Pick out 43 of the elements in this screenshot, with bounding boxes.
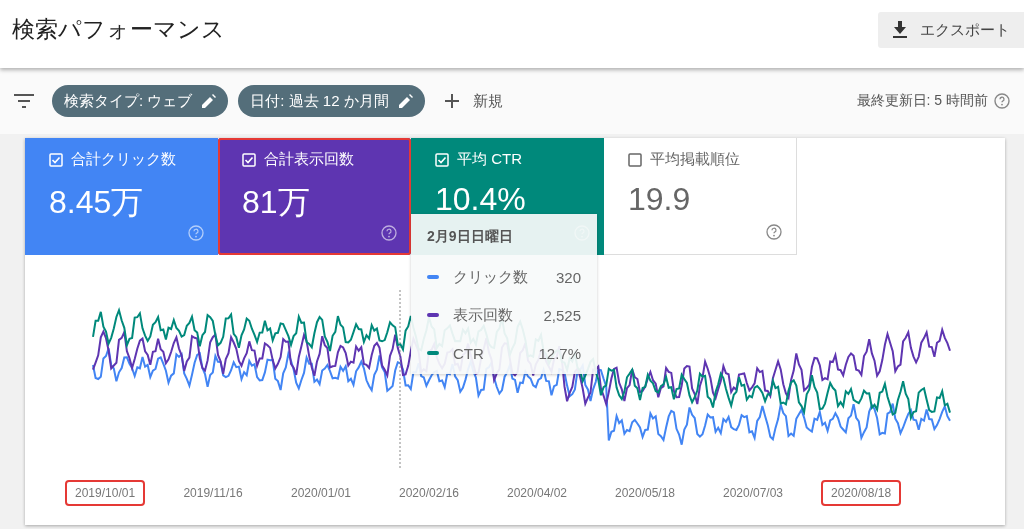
metric-label: 合計表示回数 [264,150,354,169]
tooltip-value: 320 [555,268,581,286]
edit-icon [202,94,217,108]
filter-chip[interactable]: 日付: 過去 12 か月間 [238,85,425,117]
checked-checkbox-icon[interactable] [435,152,449,167]
tooltip-label: CTR [453,344,485,362]
metric-value: 8.45万 [49,183,144,222]
metric-card[interactable]: 平均掲載順位 19.9 [604,138,797,255]
metric-label: 平均掲載順位 [650,150,740,169]
axis-date-label: 2020/01/01 [289,485,353,502]
axis-date-label: 2020/02/16 [397,485,461,502]
checked-checkbox-icon[interactable] [242,152,256,167]
tooltip-value: 12.7% [538,344,581,362]
axis-date-label: 2020/04/02 [505,485,569,502]
export-button[interactable]: エクスポート [878,12,1024,48]
checked-checkbox-icon[interactable] [49,152,63,167]
tooltip-label: クリック数 [453,267,529,287]
tooltip-value: 2,525 [543,306,581,324]
edit-icon [398,94,413,108]
checkbox-icon[interactable] [628,152,642,167]
axis-date-label: 2020/07/03 [721,485,785,502]
tooltip-label: 表示回数 [453,305,514,325]
last-updated-text: 最終更新日: 5 時間前 [856,92,988,110]
page-title: 検索パフォーマンス [12,15,225,44]
metric-value: 10.4% [435,181,526,218]
new-filter-button[interactable]: 新規 [434,91,513,111]
metric-value: 81万 [242,183,310,222]
metric-card[interactable]: 合計表示回数 81万 [218,138,411,255]
help-icon[interactable] [994,93,1010,109]
help-icon[interactable] [766,224,782,240]
filter-chip[interactable]: 検索タイプ: ウェブ [52,85,229,117]
axis-date-label: 2020/08/18 [821,480,901,506]
metric-value: 19.9 [628,181,691,218]
filter-icon[interactable] [14,94,34,108]
axis-date-label: 2020/05/18 [613,485,677,502]
metric-card[interactable]: 合計クリック数 8.45万 [25,138,218,255]
metric-label: 合計クリック数 [71,150,176,169]
axis-date-label: 2019/10/01 [65,480,145,506]
metric-label: 平均 CTR [457,150,522,169]
axis-date-label: 2019/11/16 [182,485,244,502]
tooltip-date: 2月9日日曜日 [427,228,514,246]
download-icon [892,21,908,39]
plus-icon [444,94,459,108]
